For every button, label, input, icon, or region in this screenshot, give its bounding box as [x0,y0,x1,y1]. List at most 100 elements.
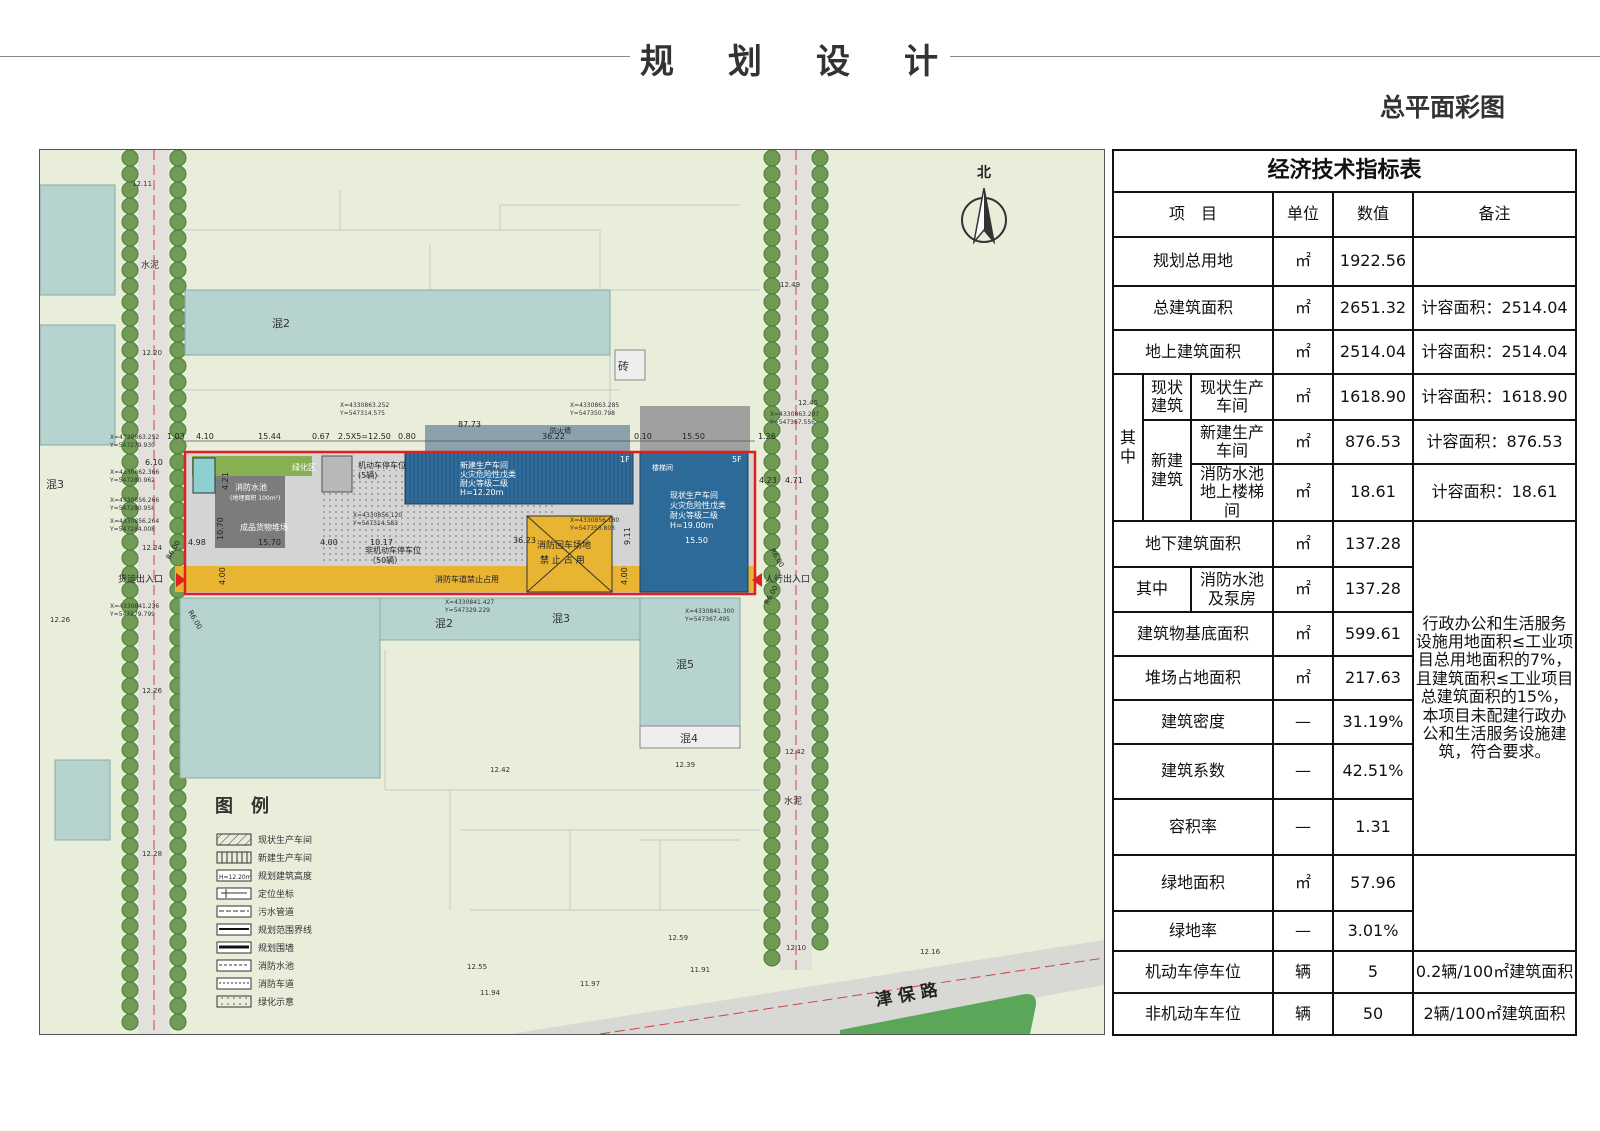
building-left-edge [54,759,111,841]
dimension: 15.50 [682,432,705,441]
parking-lot [321,455,353,493]
tree-icon [811,229,829,247]
tree-icon [121,901,139,919]
title-char: 设 [816,41,852,82]
tree-icon [811,150,829,167]
row-item: 规划总用地 [1112,236,1274,287]
row-value: 217.63 [1332,655,1414,702]
site-label: H=19.00m [670,521,714,530]
dimension: 4.00 [320,538,338,547]
dimension: 4.00 [218,567,227,585]
tree-icon [121,549,139,567]
tree-icon [121,773,139,791]
tree-icon [811,533,829,551]
tree-icon [121,293,139,311]
dimension: 4.98 [188,538,206,547]
tree-icon [121,1013,139,1031]
dimension: 87.73 [458,420,481,429]
tree-icon [169,181,187,199]
site-label: (5辆) [358,470,377,480]
tree-icon [763,517,781,535]
svg-text:X=4330863.252: X=4330863.252 [110,434,159,441]
row-unit: ㎡ [1272,566,1334,614]
header-item: 项 目 [1112,191,1274,238]
row-item: 地下建筑面积 [1112,520,1274,569]
site-label: 禁 止 占 用 [540,554,585,566]
header-note: 备注 [1411,191,1578,238]
tree-icon [121,837,139,855]
tree-icon [811,325,829,343]
svg-text:X=4330863.297: X=4330863.297 [770,411,819,418]
row-item: 地上建筑面积 [1112,329,1274,375]
tree-icon [811,453,829,471]
row-unit: ㎡ [1272,854,1334,913]
dimension: 1.03 [167,432,185,441]
svg-text:11.97: 11.97 [580,980,600,988]
tree-icon [763,677,781,695]
row-item: 非机动车车位 [1112,992,1274,1037]
tree-icon [763,661,781,679]
dimension: 0.10 [634,432,652,441]
row-item: 容积率 [1112,798,1274,857]
tree-icon [763,853,781,871]
tree-icon [763,293,781,311]
tree-icon [811,821,829,839]
building-site-shadow [640,406,750,451]
svg-text:Y=547314.583: Y=547314.583 [352,520,398,527]
tree-icon [169,325,187,343]
legend-label: 污水管道 [258,906,294,918]
tree-icon [169,469,187,487]
legend-label: 新建生产车间 [258,852,312,864]
row-unit: 辆 [1272,992,1334,1037]
svg-text:X=4330841.427: X=4330841.427 [445,599,494,606]
svg-text:12.39: 12.39 [675,761,695,769]
site-label: 消防回车场地 [537,539,591,551]
tree-icon [811,293,829,311]
tree-icon [169,885,187,903]
row-unit: ㎡ [1272,236,1334,287]
dimension: 4.10 [196,432,214,441]
tree-icon [763,821,781,839]
tree-icon [121,949,139,967]
tree-icon [169,1013,187,1031]
title-char: 划 [728,41,764,82]
row-unit: — [1272,798,1334,857]
table-row: 地下建筑面积 ㎡ 137.28 行政办公和生活服务设施用地面积≤工业项目总用地面… [1112,520,1578,857]
tree-icon [169,389,187,407]
site-label: 现状生产车间 [670,490,718,500]
svg-text:X=4330841.236: X=4330841.236 [110,603,159,610]
building-left-edge [40,184,116,296]
dimension: 36.22 [542,432,565,441]
tree-icon [169,933,187,951]
legend-swatch-fire-pool [216,959,252,972]
sub-label: 新建建筑 [1142,418,1192,523]
tree-icon [169,981,187,999]
row-value: 42.51% [1332,743,1414,801]
tree-icon [811,645,829,663]
svg-text:X=4330856.120: X=4330856.120 [353,512,402,519]
row-item: 新建生产车间 [1190,419,1274,465]
dimension: 9.11 [623,527,632,545]
tree-icon [121,325,139,343]
tree-icon [169,869,187,887]
tree-icon [169,997,187,1015]
tree-icon [763,501,781,519]
tree-icon [811,885,829,903]
row-unit: ㎡ [1272,419,1334,465]
svg-text:X=4330862.366: X=4330862.366 [110,469,159,476]
tree-icon [811,693,829,711]
tree-icon [811,165,829,183]
header-value: 数值 [1332,191,1414,238]
tree-icon [121,933,139,951]
row-value: 137.28 [1332,566,1414,614]
svg-text:Y=547350.803: Y=547350.803 [569,525,615,532]
svg-text:12.49: 12.49 [780,281,800,289]
tree-icon [763,213,781,231]
tree-icon [763,837,781,855]
site-label: 绿化区 [292,462,316,472]
tree-icon [763,373,781,391]
row-note: 0.2辆/100㎡建筑面积 [1411,950,1578,995]
tree-icon [121,533,139,551]
tree-icon [763,645,781,663]
legend-label: 规划围墙 [258,942,294,954]
